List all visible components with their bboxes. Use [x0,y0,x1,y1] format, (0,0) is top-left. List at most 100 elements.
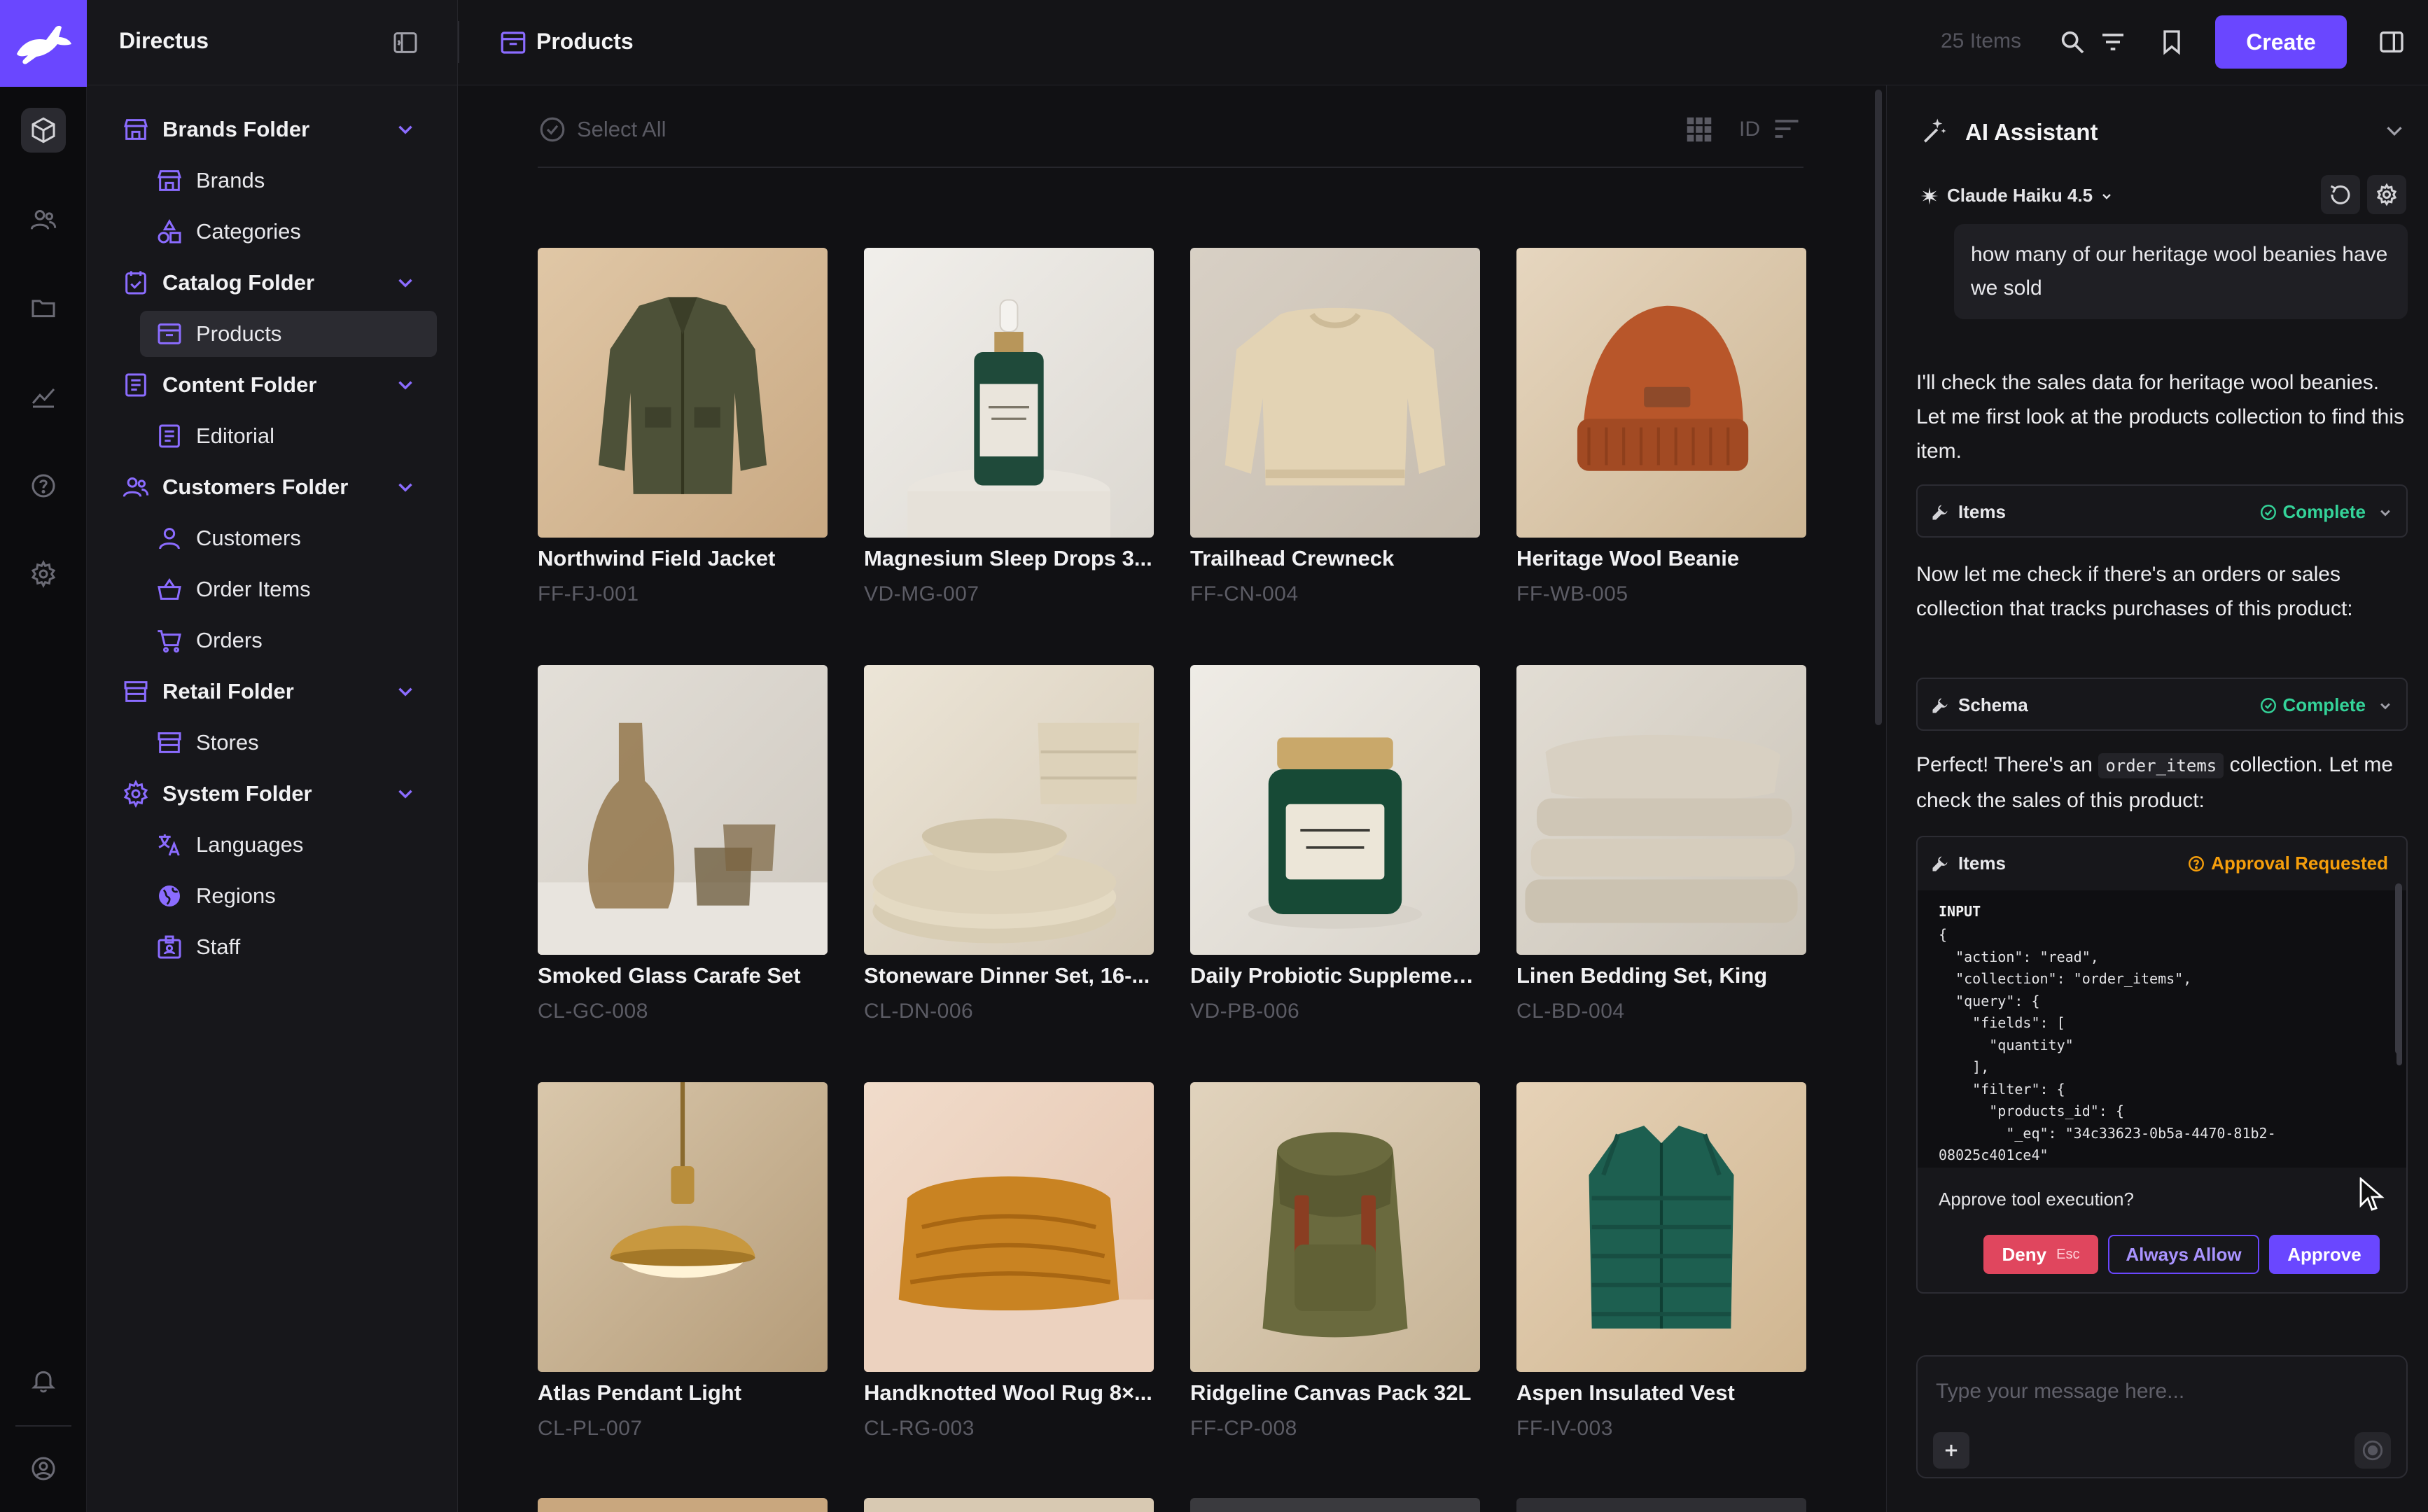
product-card[interactable]: Magnesium Sleep Drops 3... VD-MG-007 [864,248,1154,606]
chevron-down-icon[interactable] [393,680,417,704]
product-image [1190,248,1480,538]
tool-status-label: Complete [2282,501,2366,522]
chevron-down-icon[interactable] [393,373,417,397]
chevron-down-icon[interactable] [393,475,417,499]
translate-icon [154,830,185,860]
nav-folder[interactable]: Brands Folder [87,104,458,155]
chevron-down-icon[interactable] [393,118,417,141]
nav-collection-item[interactable]: Products [87,308,458,359]
product-image [864,665,1154,955]
product-card[interactable]: Northwind Field Jacket FF-FJ-001 [538,248,828,606]
product-sku: FF-CP-008 [1190,1417,1297,1440]
shapes-icon [154,216,185,247]
files-module-folder-icon[interactable] [21,286,66,330]
create-button[interactable]: Create [2215,15,2347,69]
archive-icon [501,31,526,54]
ai-panel-scrollbar[interactable] [2395,883,2402,1054]
nav-collection-item[interactable]: Languages [87,819,458,870]
nav-collection-item[interactable]: Categories [87,206,458,257]
chevron-down-icon[interactable] [2381,118,2408,144]
nav-label: Categories [196,218,301,244]
nav-collection-item[interactable]: Stores [87,717,458,768]
input-label: INPUT [1939,903,1981,920]
nav-collection-item[interactable]: Orders [87,615,458,666]
product-card[interactable]: Aspen Insulated Vest FF-IV-003 [1516,1082,1806,1441]
approval-question: Approve tool execution? [1939,1189,2134,1210]
chevron-down-icon[interactable] [393,271,417,295]
nav-folder[interactable]: Customers Folder [87,461,458,512]
tool-call-schema[interactable]: Schema Complete [1916,678,2408,731]
filter-icon[interactable] [2096,25,2130,59]
select-all-label: Select All [577,117,667,141]
tool-name: Items [1958,501,2006,522]
wrench-icon [1932,698,1948,713]
ai-assistant-panel: AI Assistant Claude Haiku 4.5 how many o… [1886,85,2428,1512]
message-composer [1916,1355,2408,1478]
nav-collection-item[interactable]: Editorial [87,410,458,461]
storefront-icon [154,165,185,196]
send-icon[interactable] [2354,1432,2391,1469]
collection-nav-list: Brands Folder Brands Categories Catalog Fol… [87,104,458,972]
approve-button[interactable]: Approve [2269,1235,2380,1274]
model-name: Claude Haiku 4.5 [1947,185,2093,206]
model-selector[interactable]: Claude Haiku 4.5 [1919,185,2115,206]
product-card[interactable]: Heritage Wool Beanie FF-WB-005 [1516,248,1806,606]
add-attachment-plus-icon[interactable] [1933,1432,1969,1469]
deny-button[interactable]: Deny Esc [1983,1235,2098,1274]
deny-shortcut: Esc [2056,1246,2080,1262]
notifications-bell-icon[interactable] [21,1358,66,1403]
collapse-sidebar-icon[interactable] [389,27,421,59]
select-all-checkbox[interactable]: Select All [538,115,667,144]
product-card[interactable]: Handknotted Wool Rug 8×... CL-RG-003 [864,1082,1154,1441]
help-module-icon[interactable] [21,463,66,508]
insights-module-chart-icon[interactable] [21,374,66,419]
product-card[interactable]: Trailhead Crewneck FF-CN-004 [1190,248,1480,606]
product-title: Ridgeline Canvas Pack 32L [1190,1380,1472,1405]
product-card[interactable]: Atlas Pendant Light CL-PL-007 [538,1082,828,1441]
ai-settings-gear-icon[interactable] [2367,175,2406,214]
directus-logo[interactable] [0,0,87,87]
project-name: Directus [119,28,209,53]
nav-folder[interactable]: Content Folder [87,359,458,410]
product-image [1190,665,1480,955]
nav-collection-item[interactable]: Order Items [87,564,458,615]
always-allow-button[interactable]: Always Allow [2108,1235,2259,1274]
main-scrollbar[interactable] [1875,90,1882,725]
bookmark-icon[interactable] [2155,25,2189,59]
product-card[interactable]: Daily Probiotic Supplemen... VD-PB-006 [1190,665,1480,1023]
nav-folder[interactable]: System Folder [87,768,458,819]
product-title: Heritage Wool Beanie [1516,546,1740,570]
chevron-down-icon[interactable] [393,782,417,806]
tool-call-items[interactable]: Items Complete [1916,484,2408,538]
settings-module-gear-icon[interactable] [21,552,66,596]
nav-label: Brands Folder [162,116,310,141]
product-card[interactable]: Ridgeline Canvas Pack 32L FF-CP-008 [1190,1082,1480,1441]
content-module-box-icon[interactable] [21,108,66,153]
nav-folder[interactable]: Retail Folder [87,666,458,717]
nav-collection-item[interactable]: Customers [87,512,458,564]
nav-folder[interactable]: Catalog Folder [87,257,458,308]
product-card[interactable]: Smoked Glass Carafe Set CL-GC-008 [538,665,828,1023]
page-header: Products 25 Items Create [458,0,2428,85]
message-input[interactable] [1936,1376,2384,1407]
grid-view-icon[interactable] [1683,113,1715,146]
users-module-icon[interactable] [21,197,66,242]
assistant-message: I'll check the sales data for heritage w… [1916,371,2405,463]
nav-collection-item[interactable]: Regions [87,870,458,921]
wrench-icon [1932,856,1948,872]
sort-field[interactable]: ID [1739,118,1760,141]
navigation-sidebar: Directus Brands Folder Brands Categories Ca… [87,0,458,1512]
nav-label: Content Folder [162,372,317,397]
article-icon [154,421,185,451]
user-account-icon[interactable] [21,1446,66,1491]
sort-order-icon[interactable] [1771,113,1802,144]
search-icon[interactable] [2056,25,2089,59]
product-card[interactable]: Stoneware Dinner Set, 16-... CL-DN-006 [864,665,1154,1023]
toggle-sidebar-icon[interactable] [2375,25,2408,59]
module-bar [0,0,87,1512]
page-title: Products [536,29,634,54]
reset-chat-icon[interactable] [2321,175,2360,214]
nav-collection-item[interactable]: Brands [87,155,458,206]
nav-collection-item[interactable]: Staff [87,921,458,972]
product-card[interactable]: Linen Bedding Set, King CL-BD-004 [1516,665,1806,1023]
